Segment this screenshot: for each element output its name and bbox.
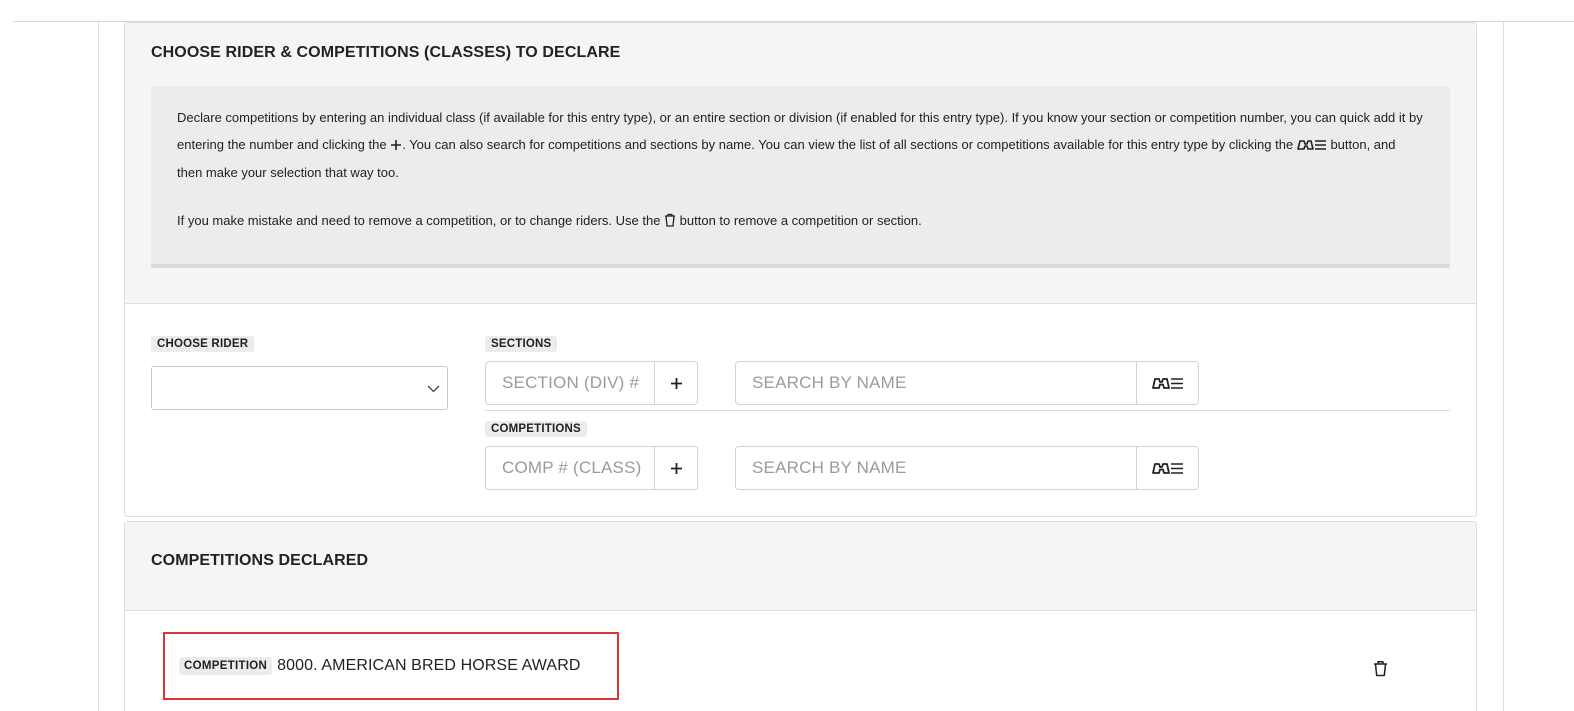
plus-icon	[670, 455, 683, 481]
competition-badge: COMPETITION	[179, 657, 273, 675]
competition-number-input[interactable]: COMP # (CLASS)	[486, 447, 654, 489]
card-title: CHOOSE RIDER & COMPETITIONS (CLASSES) TO…	[151, 44, 621, 61]
content-border-right	[1503, 22, 1504, 711]
choose-rider-label: CHOOSE RIDER	[151, 336, 255, 352]
plus-icon	[390, 134, 402, 161]
choose-rider-competitions-card: CHOOSE RIDER & COMPETITIONS (CLASSES) TO…	[124, 22, 1477, 517]
declared-competition-item: COMPETITION 8000. AMERICAN BRED HORSE AW…	[163, 632, 619, 700]
card-title: COMPETITIONS DECLARED	[151, 552, 369, 569]
section-search-input[interactable]: SEARCH BY NAME	[736, 362, 1136, 404]
section-number-input[interactable]: SECTION (DIV) #	[486, 362, 654, 404]
add-competition-button[interactable]	[654, 447, 697, 489]
trash-icon	[1373, 660, 1388, 682]
competition-search-input[interactable]: SEARCH BY NAME	[736, 447, 1136, 489]
sections-label: SECTIONS	[485, 336, 558, 352]
instructions-paragraph-2: If you make mistake and need to remove a…	[177, 208, 1424, 237]
rider-select[interactable]	[151, 366, 448, 410]
delete-competition-button[interactable]	[1370, 660, 1390, 682]
section-search-group: SEARCH BY NAME	[735, 361, 1199, 405]
add-section-button[interactable]	[654, 362, 697, 404]
competitions-declared-card: COMPETITIONS DECLARED COMPETITION 8000. …	[124, 521, 1477, 711]
binoculars-list-icon	[1297, 134, 1327, 161]
competitions-label: COMPETITIONS	[485, 421, 587, 437]
instructions-text: . You can also search for competitions a…	[402, 136, 1294, 152]
content-border-left	[98, 22, 99, 711]
binoculars-list-icon	[1151, 370, 1184, 396]
instructions-paragraph-1: Declare competitions by entering an indi…	[177, 105, 1424, 187]
competition-search-group: SEARCH BY NAME	[735, 446, 1199, 490]
trash-icon	[664, 210, 676, 237]
instructions-box: Declare competitions by entering an indi…	[151, 86, 1450, 268]
chevron-down-icon	[427, 381, 440, 399]
plus-icon	[670, 370, 683, 396]
section-divider	[485, 410, 1450, 411]
instructions-text: If you make mistake and need to remove a…	[177, 212, 661, 228]
browse-competitions-button[interactable]	[1136, 447, 1198, 489]
browse-sections-button[interactable]	[1136, 362, 1198, 404]
section-number-group: SECTION (DIV) #	[485, 361, 698, 405]
competition-number-group: COMP # (CLASS)	[485, 446, 698, 490]
binoculars-list-icon	[1151, 455, 1184, 481]
instructions-text: button to remove a competition or sectio…	[679, 212, 922, 228]
competition-name: 8000. AMERICAN BRED HORSE AWARD	[277, 657, 581, 674]
